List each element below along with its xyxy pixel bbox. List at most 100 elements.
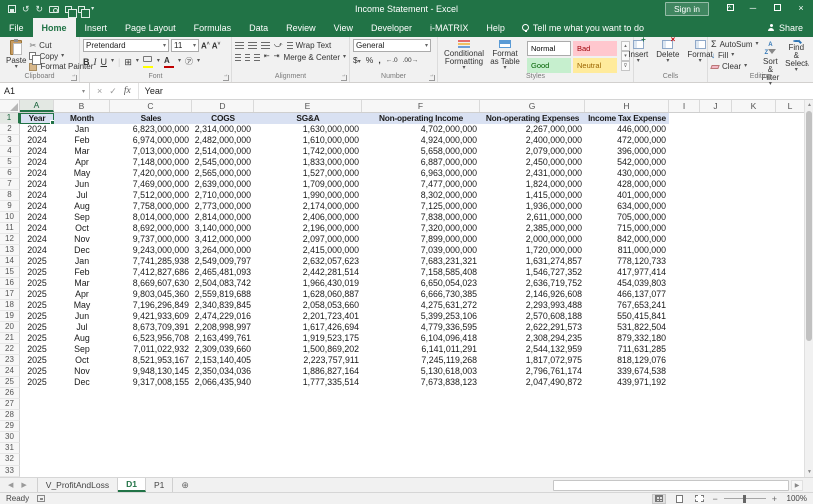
page-break-view-button[interactable] <box>692 494 706 504</box>
cell-E24[interactable]: 1,886,827,164 <box>254 366 362 377</box>
cell-E5[interactable]: 1,833,000,000 <box>254 157 362 168</box>
ribbon-tab-home[interactable]: Home <box>33 18 76 37</box>
cell-I3[interactable] <box>669 135 700 146</box>
ribbon-tab-review[interactable]: Review <box>277 18 325 37</box>
column-header-g[interactable]: G <box>480 100 585 112</box>
cell-H29[interactable] <box>585 421 669 432</box>
cell-C26[interactable] <box>110 388 192 399</box>
cell-G26[interactable] <box>480 388 585 399</box>
cell-G8[interactable]: 1,415,000,000 <box>480 190 585 201</box>
cell-H4[interactable]: 396,000,000 <box>585 146 669 157</box>
cell-J5[interactable] <box>700 157 732 168</box>
cell-I18[interactable] <box>669 300 700 311</box>
column-header-l[interactable]: L <box>776 100 805 112</box>
cell-E15[interactable]: 2,442,281,514 <box>254 267 362 278</box>
cell-B22[interactable]: Sep <box>54 344 110 355</box>
cell-J22[interactable] <box>700 344 732 355</box>
cell-K20[interactable] <box>732 322 776 333</box>
cell-B10[interactable]: Sep <box>54 212 110 223</box>
zoom-slider[interactable] <box>724 498 766 499</box>
cell-G24[interactable]: 2,796,761,174 <box>480 366 585 377</box>
cell-E22[interactable]: 1,500,869,202 <box>254 344 362 355</box>
cell-B14[interactable]: Jan <box>54 256 110 267</box>
cell-L31[interactable] <box>776 443 805 454</box>
row-header-6[interactable]: 6 <box>0 168 20 179</box>
cell-H27[interactable] <box>585 399 669 410</box>
cell-A13[interactable]: 2024 <box>20 245 54 256</box>
cell-A20[interactable]: 2025 <box>20 322 54 333</box>
cell-G6[interactable]: 2,431,000,000 <box>480 168 585 179</box>
cell-H10[interactable]: 705,000,000 <box>585 212 669 223</box>
horizontal-scrollbar[interactable]: ▶ <box>553 480 803 491</box>
cell-G14[interactable]: 1,631,274,857 <box>480 256 585 267</box>
cell-I25[interactable] <box>669 377 700 388</box>
cell-C15[interactable]: 7,412,827,686 <box>110 267 192 278</box>
font-color-button[interactable]: A <box>164 55 174 68</box>
cell-H30[interactable] <box>585 432 669 443</box>
cell-I6[interactable] <box>669 168 700 179</box>
cell-L1[interactable] <box>776 113 805 124</box>
cell-F9[interactable]: 7,125,000,000 <box>362 201 480 212</box>
cell-L19[interactable] <box>776 311 805 322</box>
cell-C16[interactable]: 8,669,607,630 <box>110 278 192 289</box>
cell-B15[interactable]: Feb <box>54 267 110 278</box>
cell-L24[interactable] <box>776 366 805 377</box>
cell-B13[interactable]: Dec <box>54 245 110 256</box>
row-header-2[interactable]: 2 <box>0 124 20 135</box>
cell-K19[interactable] <box>732 311 776 322</box>
cell-D33[interactable] <box>192 466 254 477</box>
cell-style-normal[interactable]: Normal <box>527 41 571 56</box>
cell-E19[interactable]: 2,201,723,401 <box>254 311 362 322</box>
cell-F14[interactable]: 7,683,231,321 <box>362 256 480 267</box>
cell-I11[interactable] <box>669 223 700 234</box>
cell-D21[interactable]: 2,163,499,761 <box>192 333 254 344</box>
cell-E10[interactable]: 2,406,000,000 <box>254 212 362 223</box>
cell-K15[interactable] <box>732 267 776 278</box>
cell-D14[interactable]: 2,549,009,797 <box>192 256 254 267</box>
cell-A16[interactable]: 2025 <box>20 278 54 289</box>
font-name-combobox[interactable]: Pretendard▾ <box>83 39 169 52</box>
cell-K3[interactable] <box>732 135 776 146</box>
paste-button[interactable]: Paste ▾ <box>3 39 29 72</box>
scroll-up-icon[interactable]: ▲ <box>805 100 813 110</box>
cell-L22[interactable] <box>776 344 805 355</box>
cell-A9[interactable]: 2024 <box>20 201 54 212</box>
cell-F5[interactable]: 6,887,000,000 <box>362 157 480 168</box>
cancel-entry-icon[interactable]: × <box>97 86 102 96</box>
zoom-in-icon[interactable]: + <box>772 495 777 503</box>
cell-L3[interactable] <box>776 135 805 146</box>
zoom-out-icon[interactable]: − <box>712 495 717 503</box>
cell-A7[interactable]: 2024 <box>20 179 54 190</box>
cell-H17[interactable]: 466,137,077 <box>585 289 669 300</box>
cell-G32[interactable] <box>480 454 585 465</box>
cell-B23[interactable]: Oct <box>54 355 110 366</box>
cell-J11[interactable] <box>700 223 732 234</box>
cell-G20[interactable]: 2,622,291,573 <box>480 322 585 333</box>
cell-K10[interactable] <box>732 212 776 223</box>
cell-D18[interactable]: 2,340,839,845 <box>192 300 254 311</box>
cell-D26[interactable] <box>192 388 254 399</box>
maximize-button[interactable] <box>765 0 789 18</box>
cell-E32[interactable] <box>254 454 362 465</box>
cell-E25[interactable]: 1,777,335,514 <box>254 377 362 388</box>
cell-G17[interactable]: 2,146,926,608 <box>480 289 585 300</box>
cell-I17[interactable] <box>669 289 700 300</box>
cell-K7[interactable] <box>732 179 776 190</box>
cell-C21[interactable]: 6,523,956,708 <box>110 333 192 344</box>
row-header-31[interactable]: 31 <box>0 443 20 454</box>
close-button[interactable]: × <box>789 0 813 18</box>
cell-D1[interactable]: COGS <box>192 113 254 124</box>
cell-J3[interactable] <box>700 135 732 146</box>
confirm-entry-icon[interactable]: ✓ <box>109 86 117 97</box>
cell-D30[interactable] <box>192 432 254 443</box>
vertical-scroll-thumb[interactable] <box>806 111 812 341</box>
column-header-a[interactable]: A <box>20 100 54 112</box>
column-header-k[interactable]: K <box>732 100 776 112</box>
record-macro-icon[interactable] <box>37 495 45 502</box>
align-top-icon[interactable] <box>235 42 244 49</box>
formula-input[interactable]: Year <box>139 83 163 99</box>
row-header-15[interactable]: 15 <box>0 267 20 278</box>
cell-K26[interactable] <box>732 388 776 399</box>
name-box[interactable]: A1 ▾ <box>0 83 90 99</box>
cell-A29[interactable] <box>20 421 54 432</box>
